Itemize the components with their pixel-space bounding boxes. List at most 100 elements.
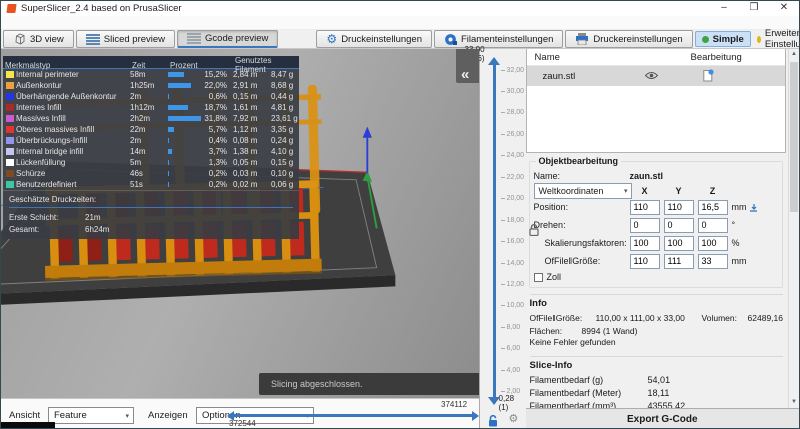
collapse-panel-button[interactable]: » « <box>456 49 479 83</box>
close-button[interactable]: ✕ <box>769 1 799 16</box>
legend-header: Merkmalstyp Zeit Prozent Genutztes Filam… <box>3 56 299 69</box>
tab-filament-settings[interactable]: Filamenteinstellungen <box>434 30 563 48</box>
layer-slider-track[interactable] <box>493 59 496 403</box>
scale-lock-icon[interactable] <box>529 224 539 239</box>
feature-meters: 0,03 m <box>233 169 271 178</box>
object-manipulation-group: Objektbearbeitung Name: zaun.stl Weltkoo… <box>529 161 783 288</box>
scale-z-field[interactable] <box>698 236 728 251</box>
position-y-field[interactable] <box>664 200 694 215</box>
feature-percent: 22,0% <box>201 81 233 90</box>
panel-content: Name Bearbeitung zaun.stl <box>526 49 799 429</box>
simple-dot-icon <box>702 36 709 43</box>
slider-gear-icon[interactable]: ⚙ <box>509 412 519 425</box>
feature-meters: 1,61 m <box>233 103 271 112</box>
size-label: OfFile‖Größe: <box>534 256 626 266</box>
horizontal-move-slider[interactable] <box>229 414 477 417</box>
feature-percent: 15,2% <box>201 70 233 79</box>
tab-print-settings[interactable]: ⚙ Druckeinstellungen <box>316 30 432 48</box>
menu-item[interactable] <box>65 16 81 30</box>
menu-item[interactable] <box>17 16 33 30</box>
drop-to-bed-icon[interactable] <box>749 203 758 212</box>
feature-percent: 0,2% <box>201 169 233 178</box>
feature-bar <box>168 71 201 78</box>
tab-3d-view[interactable]: 3D view <box>3 30 74 48</box>
unit-label: mm <box>732 256 758 266</box>
feature-time: 5m <box>130 158 168 167</box>
coordinates-select[interactable]: Weltkoordinaten ▾ <box>534 183 632 199</box>
feature-meters: 2,91 m <box>233 81 271 90</box>
menu-item[interactable] <box>81 16 97 30</box>
scale-x-field[interactable] <box>630 236 660 251</box>
object-list-row[interactable]: zaun.stl <box>527 66 785 86</box>
object-list-header: Name Bearbeitung <box>527 49 785 66</box>
menu-item[interactable] <box>97 16 113 30</box>
printer-icon <box>575 33 589 45</box>
tick-label: 18,00 <box>507 217 525 224</box>
scroll-down-icon[interactable]: ▼ <box>789 397 799 408</box>
minimize-button[interactable]: – <box>709 1 739 16</box>
tick-label: 12,00 <box>507 281 525 288</box>
tick-dash <box>501 391 505 392</box>
rotate-z-field[interactable] <box>698 218 728 233</box>
export-gcode-button[interactable]: Export G-Code <box>526 408 799 429</box>
scroll-up-icon[interactable]: ▲ <box>789 49 799 60</box>
feature-bar <box>168 159 201 166</box>
tick-dash <box>501 91 505 92</box>
feature-grams: 23,61 g <box>271 114 299 123</box>
eye-icon[interactable] <box>645 71 658 83</box>
name-value: zaun.stl <box>630 171 728 181</box>
position-label: Position: <box>534 202 626 212</box>
feature-time: 1h25m <box>130 81 168 90</box>
size-z-field[interactable] <box>698 254 728 269</box>
feature-color-swatch <box>6 93 14 100</box>
rotate-y-field[interactable] <box>664 218 694 233</box>
size-x-field[interactable] <box>630 254 660 269</box>
tab-sliced-preview[interactable]: Sliced preview <box>76 30 175 48</box>
rotate-x-field[interactable] <box>630 218 660 233</box>
feature-grams: 3,35 g <box>271 125 299 134</box>
layers-icon <box>86 34 100 45</box>
mode-simple-button[interactable]: Simple <box>695 31 751 47</box>
panel-scrollbar[interactable]: ▲ ▼ <box>788 49 799 408</box>
tab-printer-settings[interactable]: Druckereinstellungen <box>565 30 692 48</box>
menu-item[interactable] <box>49 16 65 30</box>
lock-icon[interactable] <box>488 415 498 429</box>
view-select[interactable]: Feature ▾ <box>48 407 134 424</box>
unit-label: % <box>732 238 758 248</box>
feature-time: 46s <box>130 169 168 178</box>
slice-info-row: Filamentbedarf (Meter) 18,11 <box>530 386 783 399</box>
feature-percent: 18,7% <box>201 103 233 112</box>
mode-advanced-button[interactable]: Erweiterte Einstellungen <box>751 31 800 47</box>
maximize-button[interactable]: ❒ <box>739 1 769 16</box>
chevron-down-icon: ▾ <box>125 412 129 420</box>
tick-label: 20,00 <box>507 195 525 202</box>
total-time-label: Gesamt: <box>9 225 85 234</box>
chevron-down-icon: ▾ <box>624 187 628 195</box>
scale-y-field[interactable] <box>664 236 694 251</box>
feature-bar <box>168 137 201 144</box>
info-size-value: 110,00 x 111,00 x 33,00 <box>596 313 702 323</box>
scrollbar-thumb[interactable] <box>790 62 798 212</box>
inches-checkbox[interactable] <box>534 273 543 282</box>
menu-item[interactable] <box>113 16 129 30</box>
menubar <box>1 16 799 30</box>
edit-object-icon[interactable] <box>703 69 714 85</box>
menu-item[interactable] <box>1 16 17 30</box>
menu-item[interactable] <box>33 16 49 30</box>
feature-color-swatch <box>6 137 14 144</box>
inches-label: Zoll <box>547 272 562 282</box>
object-list: Name Bearbeitung zaun.stl <box>526 49 786 153</box>
slice-info-row: Filamentbedarf (g) 54,01 <box>530 373 783 386</box>
position-z-field[interactable] <box>698 200 728 215</box>
3d-viewport[interactable]: Merkmalstyp Zeit Prozent Genutztes Filam… <box>1 49 479 398</box>
ruler-tick: 10,00 <box>501 302 525 310</box>
feature-bar <box>168 82 201 89</box>
size-y-field[interactable] <box>664 254 694 269</box>
slice-info-label: Filamentbedarf (Meter) <box>530 388 648 398</box>
ruler-tick: 24,00 <box>501 152 525 160</box>
ruler-tick: 4,00 <box>501 366 525 374</box>
feature-grams: 0,24 g <box>271 136 299 145</box>
tab-gcode-preview[interactable]: Gcode preview <box>177 30 278 48</box>
feature-percent: 3,7% <box>201 147 233 156</box>
position-x-field[interactable] <box>630 200 660 215</box>
